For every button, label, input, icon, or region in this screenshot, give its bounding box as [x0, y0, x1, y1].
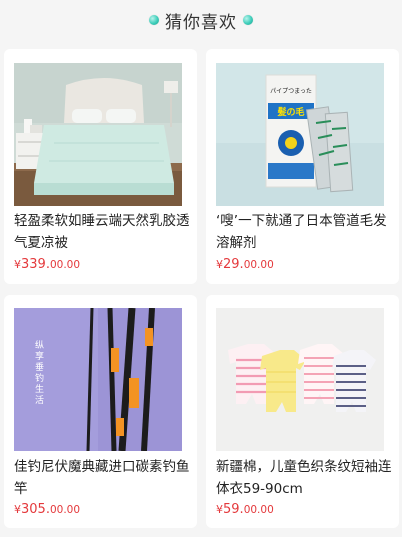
product-name[interactable]: 佳钓尼伏魔典藏进口碳素钓鱼竿	[14, 456, 190, 500]
product-name[interactable]: 轻盈柔软如睡云端天然乳胶透气夏凉被	[14, 210, 190, 254]
product-card[interactable]: 轻盈柔软如睡云端天然乳胶透气夏凉被 ¥339.00.00	[4, 49, 197, 284]
bed-quilt-image[interactable]	[14, 63, 182, 206]
image-caption: 纵享垂钓生活	[33, 340, 44, 406]
package-text: パイプつまった	[270, 88, 312, 95]
kids-romper-image[interactable]	[216, 308, 384, 451]
product-grid: 轻盈柔软如睡云端天然乳胶透气夏凉被 ¥339.00.00 パイプつまった 髪の毛	[0, 0, 402, 537]
fishing-rod-image[interactable]: 纵享垂钓生活	[14, 308, 182, 451]
product-card[interactable]: 纵享垂钓生活 佳钓尼伏魔典藏进口碳素钓鱼竿 ¥305.00.00	[4, 295, 197, 528]
product-price: ¥339.00.00	[14, 257, 81, 272]
package-brand-text: 髪の毛	[276, 106, 304, 118]
product-price: ¥305.00.00	[14, 502, 81, 517]
product-name[interactable]: ‘嗖’一下就通了日本管道毛发溶解剂	[216, 210, 392, 254]
product-name[interactable]: 新疆棉，儿童色织条纹短袖连体衣59-90cm	[216, 456, 392, 500]
product-card[interactable]: パイプつまった 髪の毛 ‘嗖’一下就通了日本管道毛发溶解剂 ¥29.00.00	[206, 49, 399, 284]
product-price: ¥29.00.00	[216, 257, 274, 272]
drain-cleaner-image[interactable]: パイプつまった 髪の毛	[216, 63, 384, 206]
product-card[interactable]: 新疆棉，儿童色织条纹短袖连体衣59-90cm ¥59.00.00	[206, 295, 399, 528]
product-price: ¥59.00.00	[216, 502, 274, 517]
